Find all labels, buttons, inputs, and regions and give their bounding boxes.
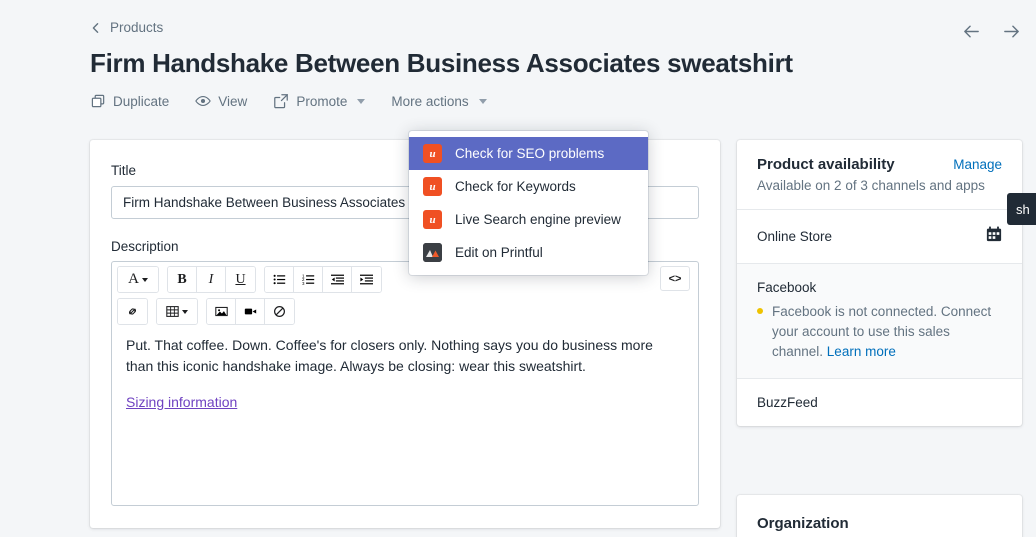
sizing-information-link[interactable]: Sizing information (126, 394, 237, 410)
view-button[interactable]: View (195, 93, 247, 109)
channel-facebook[interactable]: Facebook Facebook is not connected. Conn… (737, 263, 1022, 378)
menu-item-live-search-preview[interactable]: u Live Search engine preview (409, 203, 648, 236)
channel-name: Facebook (757, 280, 817, 295)
title-label: Title (111, 163, 137, 178)
product-edit-page: Products Firm Handshake Between Business… (0, 0, 1036, 537)
organization-header: Organization (737, 495, 1022, 537)
tooltip: sh (1007, 193, 1036, 225)
printful-app-icon (423, 243, 442, 262)
insert-video-icon[interactable] (236, 299, 265, 324)
underline-button[interactable]: U (226, 267, 255, 292)
description-body[interactable]: Put. That coffee. Down. Coffee's for clo… (112, 324, 698, 505)
bullet-list-button[interactable] (265, 267, 294, 292)
bold-button[interactable]: B (168, 267, 197, 292)
menu-item-label: Check for Keywords (455, 179, 576, 194)
action-bar: Duplicate View Promote More actions (90, 93, 487, 109)
description-label: Description (111, 239, 179, 254)
menu-item-label: Check for SEO problems (455, 146, 605, 161)
manage-availability-link[interactable]: Manage (953, 157, 1002, 172)
channel-buzzfeed[interactable]: BuzzFeed (737, 378, 1022, 426)
html-code-button[interactable]: <> (660, 266, 690, 291)
breadcrumb[interactable]: Products (90, 20, 163, 35)
previous-product-button[interactable] (958, 18, 984, 44)
warning-dot-icon (757, 308, 763, 314)
clear-formatting-icon[interactable] (265, 299, 294, 324)
availability-header: Product availability Manage Available on… (737, 140, 1022, 209)
breadcrumb-label: Products (110, 20, 164, 35)
availability-subtitle: Available on 2 of 3 channels and apps (757, 178, 985, 193)
menu-item-check-keywords[interactable]: u Check for Keywords (409, 170, 648, 203)
svg-text:3: 3 (302, 281, 305, 286)
promote-button[interactable]: Promote (273, 93, 366, 109)
next-product-button[interactable] (998, 18, 1024, 44)
pagination-nav (958, 18, 1024, 44)
calendar-icon[interactable] (986, 226, 1002, 247)
font-style-button[interactable]: A (118, 267, 158, 292)
page-title: Firm Handshake Between Business Associat… (90, 48, 793, 78)
description-paragraph: Put. That coffee. Down. Coffee's for clo… (126, 337, 653, 374)
insert-table-button[interactable] (157, 299, 197, 324)
chevron-down-icon (357, 98, 366, 104)
seo-app-icon: u (423, 210, 442, 229)
more-actions-label: More actions (391, 93, 469, 109)
menu-item-edit-on-printful[interactable]: Edit on Printful (409, 236, 648, 269)
duplicate-button[interactable]: Duplicate (90, 93, 169, 109)
organization-title: Organization (757, 515, 849, 532)
chevron-left-icon (90, 22, 102, 34)
channel-note: Facebook is not connected. Connect your … (772, 304, 992, 359)
duplicate-label: Duplicate (113, 93, 170, 109)
menu-item-label: Live Search engine preview (455, 212, 621, 227)
description-editor: A B I U 123 <> Put. That coffee. Down. C… (111, 261, 699, 506)
channel-name: BuzzFeed (757, 395, 818, 410)
view-label: View (218, 93, 248, 109)
organization-card: Organization (737, 495, 1022, 537)
insert-link-button[interactable] (118, 299, 147, 324)
more-actions-dropdown-menu: u Check for SEO problems u Check for Key… (409, 131, 648, 275)
more-actions-button[interactable]: More actions (391, 93, 487, 109)
outdent-button[interactable] (323, 267, 352, 292)
promote-label: Promote (296, 93, 348, 109)
chevron-down-icon (478, 98, 487, 104)
seo-app-icon: u (423, 144, 442, 163)
availability-title: Product availability (757, 156, 895, 173)
channel-name: Online Store (757, 229, 833, 244)
numbered-list-button[interactable]: 123 (294, 267, 323, 292)
learn-more-link[interactable]: Learn more (827, 344, 896, 359)
insert-image-icon[interactable] (207, 299, 236, 324)
menu-item-check-seo-problems[interactable]: u Check for SEO problems (409, 137, 648, 170)
product-availability-card: Product availability Manage Available on… (737, 140, 1022, 426)
seo-app-icon: u (423, 177, 442, 196)
eye-icon (195, 93, 212, 109)
italic-button[interactable]: I (197, 267, 226, 292)
channel-online-store[interactable]: Online Store (737, 209, 1022, 263)
indent-button[interactable] (352, 267, 381, 292)
editor-toolbar-row-2 (112, 293, 698, 325)
duplicate-icon (90, 93, 106, 109)
menu-item-label: Edit on Printful (455, 245, 543, 260)
external-link-icon (273, 93, 289, 109)
